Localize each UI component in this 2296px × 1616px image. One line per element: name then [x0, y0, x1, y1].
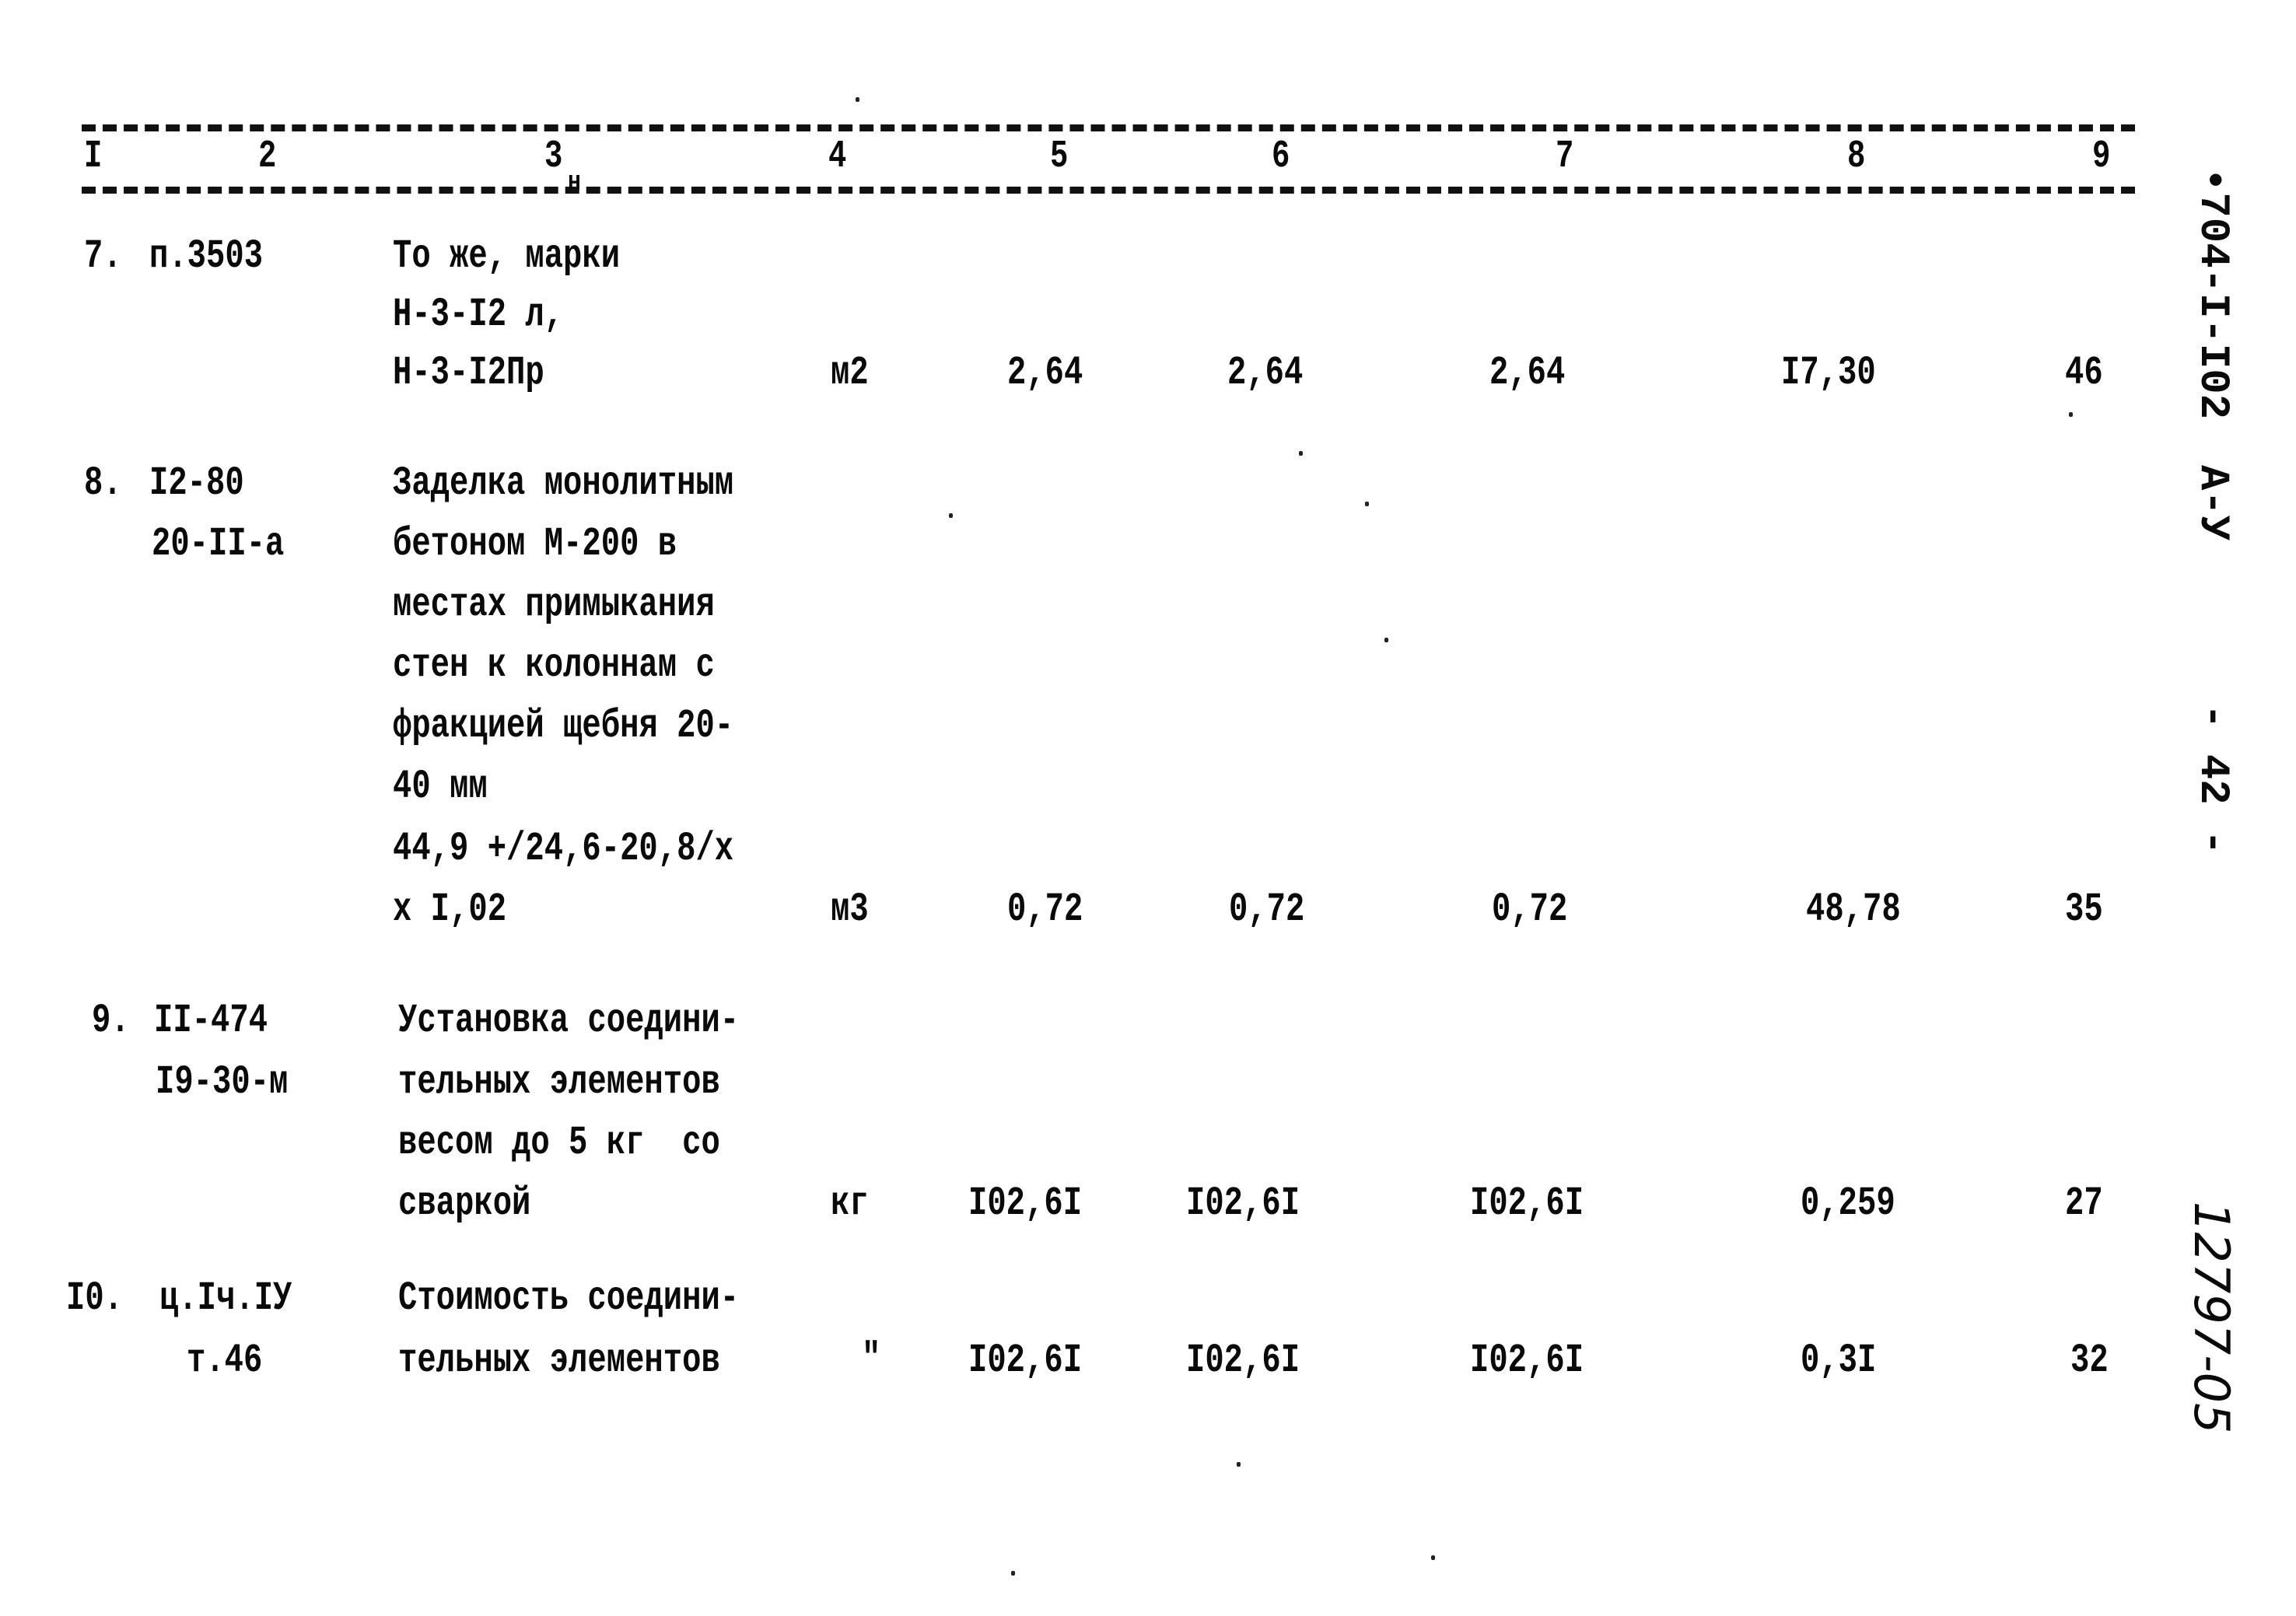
- document-page: I 2 3 н 4 5 6 7 8 9 7. п.3503 То же, мар…: [0, 0, 2296, 1616]
- row-index: 8.: [84, 460, 122, 506]
- row-col7: I02,6I: [1470, 1181, 1584, 1226]
- margin-doc-code: •704-I-I02: [2189, 167, 2236, 420]
- row-description-line: тельных элементов: [398, 1338, 720, 1383]
- scan-speck: [856, 97, 859, 102]
- scan-speck: [2069, 412, 2073, 417]
- row-unit: м2: [831, 350, 869, 396]
- column-header-5: 5: [1050, 135, 1069, 179]
- row-description-line: 44,9 +/24,6-20,8/х: [393, 826, 734, 872]
- header-bottom-rule: [82, 187, 2135, 194]
- row-unit: кг: [831, 1181, 869, 1226]
- scan-speck: [1237, 1462, 1241, 1467]
- column-header-2: 2: [258, 135, 277, 179]
- scan-speck: [1011, 1571, 1015, 1576]
- row-description-line: Н-3-I2Пр: [393, 350, 544, 396]
- row-col6: I02,6I: [1186, 1181, 1300, 1226]
- row-description-line: тельных элементов: [398, 1059, 720, 1105]
- row-code-line: I9-30-м: [156, 1059, 289, 1105]
- row-description-line: Установка соедини-: [398, 998, 740, 1044]
- scan-speck: [1384, 638, 1388, 642]
- row-description-line: Н-3-I2 л,: [393, 292, 564, 338]
- row-index: I0.: [66, 1275, 124, 1321]
- row-col7: 2,64: [1489, 350, 1566, 396]
- column-header-8: 8: [1847, 135, 1866, 179]
- scan-speck: [1299, 451, 1303, 456]
- row-code-line: п.3503: [149, 233, 264, 279]
- row-col5: I02,6I: [968, 1338, 1083, 1383]
- row-col5: 0,72: [1007, 887, 1083, 932]
- row-unit-ditto: ": [862, 1336, 881, 1382]
- row-col9: 46: [2065, 350, 2103, 396]
- column-header-7: 7: [1556, 135, 1574, 179]
- row-col5: I02,6I: [968, 1181, 1083, 1226]
- column-header-9: 9: [2092, 135, 2111, 179]
- margin-page-number: - 42 -: [2189, 704, 2236, 855]
- row-col9: 32: [2070, 1338, 2109, 1383]
- scan-speck: [1365, 502, 1369, 506]
- row-col7: 0,72: [1492, 887, 1568, 932]
- row-description-line: бетоном М-200 в: [393, 521, 677, 567]
- header-top-rule: [82, 124, 2135, 131]
- scan-speck: [949, 513, 953, 518]
- row-unit: м3: [831, 887, 869, 932]
- row-index: 7.: [84, 233, 122, 279]
- row-description-line: местах примыкания: [393, 582, 715, 628]
- row-code-line: 20-II-а: [152, 521, 285, 567]
- row-description-line: х I,02: [393, 887, 507, 932]
- row-description-line: фракцией щебня 20-: [393, 703, 734, 749]
- row-code-line: ц.Iч.IУ: [159, 1275, 292, 1321]
- row-col8: 0,259: [1801, 1181, 1895, 1226]
- row-col7: I02,6I: [1470, 1338, 1584, 1383]
- row-col6: 0,72: [1229, 887, 1305, 932]
- row-description-line: весом до 5 кг со: [398, 1120, 720, 1166]
- row-col8: 0,3I: [1801, 1338, 1877, 1383]
- scan-speck: [1431, 1555, 1435, 1560]
- row-description-line: стен к колоннам с: [393, 642, 715, 688]
- row-col6: I02,6I: [1186, 1338, 1300, 1383]
- column-header-3: 3: [544, 135, 563, 179]
- row-description-line: Стоимость соедини-: [398, 1275, 740, 1321]
- margin-handwritten-number: 12797-05: [2183, 1202, 2240, 1434]
- row-col9: 35: [2065, 887, 2103, 932]
- column-header-note: н: [568, 166, 581, 198]
- row-description-line: сваркой: [398, 1181, 531, 1226]
- row-code-line: т.46: [187, 1338, 263, 1383]
- row-col9: 27: [2065, 1181, 2103, 1226]
- row-description-line: Заделка монолитным: [393, 460, 734, 506]
- row-col6: 2,64: [1227, 350, 1304, 396]
- row-description-line: 40 мм: [393, 764, 488, 810]
- row-code-line: II-474: [154, 998, 268, 1044]
- column-header-1: I: [84, 135, 103, 179]
- row-col5: 2,64: [1007, 350, 1083, 396]
- row-description-line: То же, марки: [393, 233, 621, 279]
- column-header-6: 6: [1272, 135, 1290, 179]
- margin-sheet-type: А-У: [2189, 465, 2236, 541]
- row-col8: 48,78: [1806, 887, 1901, 932]
- row-col8: I7,30: [1781, 350, 1876, 396]
- column-header-4: 4: [828, 135, 847, 179]
- row-code-line: I2-80: [149, 460, 244, 506]
- row-index: 9.: [92, 998, 130, 1044]
